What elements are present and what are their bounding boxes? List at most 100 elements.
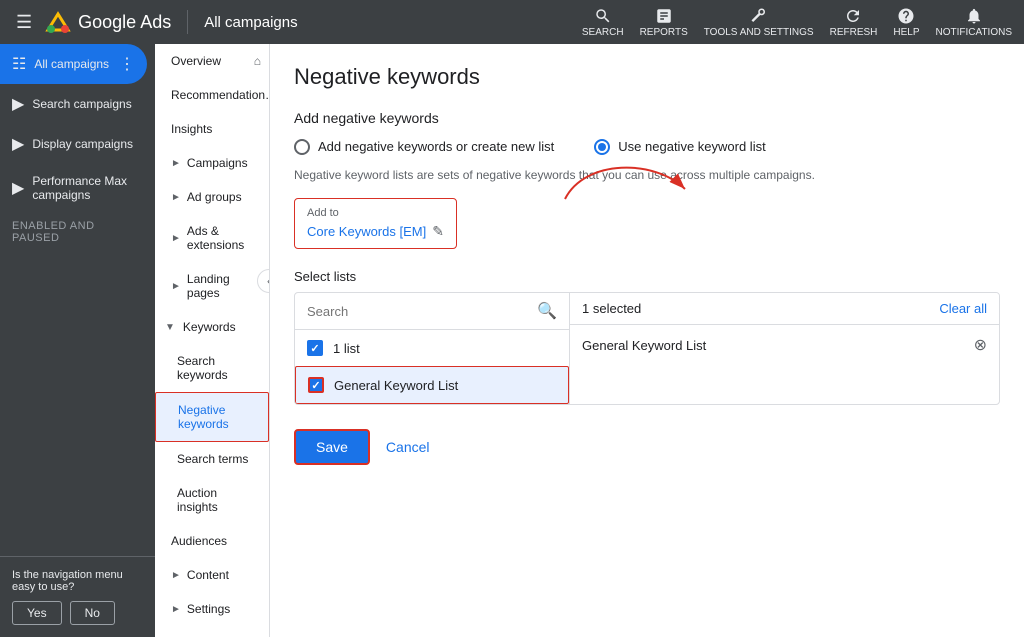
reports-label: REPORTS — [640, 27, 688, 38]
app-logo: Google Ads — [44, 8, 171, 36]
feedback-yes-button[interactable]: Yes — [12, 601, 62, 625]
mid-nav-campaigns[interactable]: ► Campaigns — [155, 146, 269, 180]
feedback-no-button[interactable]: No — [70, 601, 115, 625]
radio-label-add-new: Add negative keywords or create new list — [318, 138, 554, 156]
topbar: ☰ Google Ads All campaigns SEARCH REPORT… — [0, 0, 1024, 44]
page-title: All campaigns — [204, 14, 297, 31]
add-to-label: Add to — [307, 207, 444, 219]
description-text: Negative keyword lists are sets of negat… — [294, 168, 1000, 182]
landing-pages-label: Landing pages — [187, 272, 257, 300]
right-item-general-keyword-label: General Keyword List — [582, 338, 964, 353]
ad-groups-arrow: ► — [171, 192, 181, 203]
mid-nav-insights[interactable]: Insights — [155, 112, 269, 146]
reports-btn[interactable]: REPORTS — [640, 7, 688, 38]
mid-nav-auction-insights[interactable]: Auction insights — [155, 476, 269, 524]
topbar-divider — [187, 10, 188, 34]
selected-count: 1 selected — [582, 301, 939, 316]
content-arrow: ► — [171, 570, 181, 581]
radio-option-use-list[interactable]: Use negative keyword list — [594, 138, 765, 156]
content-area: Negative keywords Add negative keywords … — [270, 44, 1024, 637]
mid-nav-change-history[interactable]: Change history — [155, 626, 269, 637]
negative-keywords-label: Negative keywords — [178, 403, 256, 431]
edit-icon[interactable]: ✎ — [432, 223, 444, 240]
grid-icon: ☷ — [12, 54, 26, 74]
add-to-value: Core Keywords [EM] ✎ — [307, 223, 444, 240]
radio-circle-add-new — [294, 139, 310, 155]
keywords-arrow: ▼ — [165, 322, 175, 333]
tools-btn[interactable]: TOOLS AND SETTINGS — [704, 7, 814, 38]
radio-options-container: Add negative keywords or create new list… — [294, 138, 1000, 156]
add-to-box: Add to Core Keywords [EM] ✎ — [294, 198, 457, 249]
mid-nav-content[interactable]: ► Content — [155, 558, 269, 592]
mid-nav-overview[interactable]: Overview ⌂ — [155, 44, 269, 78]
refresh-btn[interactable]: REFRESH — [830, 7, 878, 38]
settings-arrow: ► — [171, 604, 181, 615]
list-item-general-keyword[interactable]: General Keyword List — [295, 366, 569, 404]
app-name: Google Ads — [78, 12, 171, 33]
sidebar-section-label: Enabled and Paused — [0, 212, 155, 248]
home-icon: ⌂ — [254, 54, 261, 68]
more-options-icon[interactable]: ⋮ — [119, 54, 135, 74]
insights-label: Insights — [171, 122, 212, 136]
sidebar-item-display-campaigns[interactable]: ▶ Display campaigns — [0, 124, 155, 164]
search-terms-label: Search terms — [177, 452, 248, 466]
right-item-general-keyword: General Keyword List ⊗ — [570, 325, 999, 365]
main-layout: ☷ All campaigns ⋮ ▶ Search campaigns ▶ D… — [0, 44, 1024, 637]
radio-option-add-new[interactable]: Add negative keywords or create new list — [294, 138, 554, 156]
checkbox-1-list[interactable] — [307, 340, 323, 356]
mid-nav-negative-keywords[interactable]: Negative keywords — [155, 392, 269, 442]
search-topbar-label: SEARCH — [582, 27, 624, 38]
clear-all-button[interactable]: Clear all — [939, 301, 987, 316]
mid-nav-ads-extensions[interactable]: ► Ads & extensions — [155, 214, 269, 262]
audiences-label: Audiences — [171, 534, 227, 548]
hamburger-icon[interactable]: ☰ — [12, 8, 36, 37]
sidebar-feedback: Is the navigation menu easy to use? Yes … — [0, 556, 155, 637]
list-header-right: 1 selected Clear all — [570, 293, 999, 325]
radio-circle-use-list — [594, 139, 610, 155]
mid-nav-keywords-section[interactable]: ▼ Keywords — [155, 310, 269, 344]
list-item-1-list[interactable]: 1 list — [295, 330, 569, 366]
notifications-label: NOTIFICATIONS — [936, 27, 1012, 38]
performance-max-icon: ▶ — [12, 178, 24, 198]
auction-insights-label: Auction insights — [177, 486, 257, 514]
help-label: HELP — [893, 27, 919, 38]
sidebar: ☷ All campaigns ⋮ ▶ Search campaigns ▶ D… — [0, 44, 155, 637]
sidebar-label-display-campaigns: Display campaigns — [32, 137, 143, 151]
checkbox-general-keyword[interactable] — [308, 377, 324, 393]
sidebar-label-search-campaigns: Search campaigns — [32, 97, 143, 111]
sidebar-item-performance-max[interactable]: ▶ Performance Max campaigns — [0, 164, 155, 212]
help-btn[interactable]: HELP — [893, 7, 919, 38]
refresh-label: REFRESH — [830, 27, 878, 38]
mid-nav-search-keywords[interactable]: Search keywords — [155, 344, 269, 392]
search-icon[interactable]: 🔍 — [537, 301, 557, 321]
mid-nav-search-terms[interactable]: Search terms — [155, 442, 269, 476]
mid-nav-recommendations[interactable]: Recommendation… — [155, 78, 269, 112]
add-to-text: Core Keywords [EM] — [307, 224, 426, 239]
list-item-1-list-label: 1 list — [333, 341, 360, 356]
mid-nav-audiences[interactable]: Audiences — [155, 524, 269, 558]
overview-label: Overview — [171, 54, 221, 68]
remove-item-button[interactable]: ⊗ — [974, 335, 987, 355]
notifications-btn[interactable]: NOTIFICATIONS — [936, 7, 1012, 38]
list-search-bar: 🔍 — [295, 293, 569, 330]
mid-nav-ad-groups[interactable]: ► Ad groups — [155, 180, 269, 214]
sidebar-label-performance-max: Performance Max campaigns — [32, 174, 143, 202]
save-button[interactable]: Save — [294, 429, 370, 465]
logo-svg — [44, 8, 72, 36]
search-campaigns-icon: ▶ — [12, 94, 24, 114]
mid-nav-settings[interactable]: ► Settings — [155, 592, 269, 626]
search-input[interactable] — [307, 304, 529, 319]
mid-nav-landing-pages[interactable]: ► Landing pages — [155, 262, 269, 310]
sidebar-item-all-campaigns[interactable]: ☷ All campaigns ⋮ — [0, 44, 147, 84]
landing-pages-arrow: ► — [171, 281, 181, 292]
search-topbar-btn[interactable]: SEARCH — [582, 7, 624, 38]
list-item-general-keyword-label: General Keyword List — [334, 378, 458, 393]
ad-groups-label: Ad groups — [187, 190, 242, 204]
tools-label: TOOLS AND SETTINGS — [704, 27, 814, 38]
radio-label-use-list: Use negative keyword list — [618, 138, 765, 156]
select-lists-label: Select lists — [294, 269, 1000, 284]
left-list: 🔍 1 list General Keyword List — [295, 293, 570, 404]
cancel-button[interactable]: Cancel — [386, 439, 430, 455]
campaigns-arrow: ► — [171, 158, 181, 169]
sidebar-item-search-campaigns[interactable]: ▶ Search campaigns — [0, 84, 155, 124]
